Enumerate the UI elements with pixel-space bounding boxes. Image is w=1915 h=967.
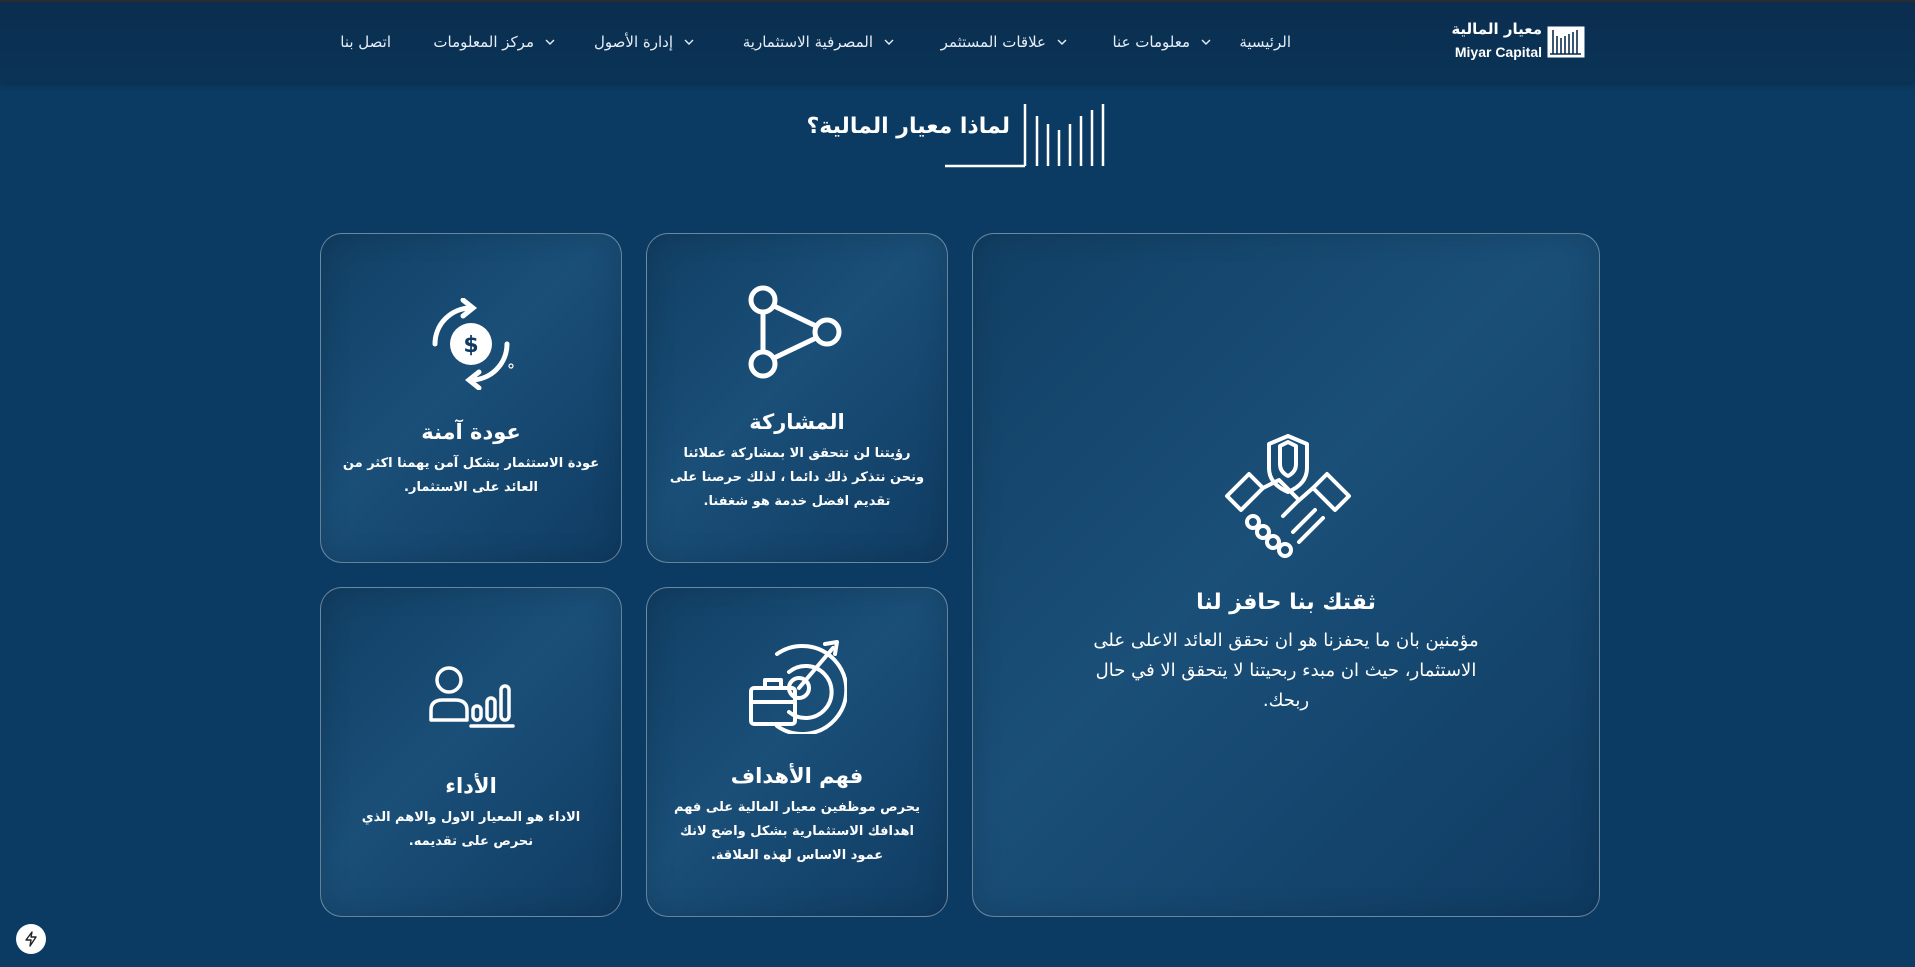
- card-performance-desc: الاداء هو المعيار الاول والاهم الذي نحرص…: [361, 810, 581, 849]
- person-chart-icon: [429, 666, 515, 728]
- card-safe-return-title: عودة آمنة: [421, 420, 521, 444]
- card-trust: ثقتك بنا حافز لنا مؤمنين بان ما يحفزنا ه…: [972, 233, 1600, 917]
- card-trust-desc: مؤمنين بان ما يحفزنا هو ان نحقق العائد ا…: [1093, 630, 1479, 711]
- nav-item-label: علاقات المستثمر: [940, 33, 1046, 51]
- card-participation-title: المشاركة: [749, 410, 845, 434]
- nav-item-home[interactable]: الرئيسية: [1239, 30, 1291, 54]
- chevron-down-icon: [1201, 39, 1211, 45]
- brand-name-en: Miyar Capital: [1454, 44, 1542, 60]
- card-participation: المشاركة رؤيتنا لن تتحقق الا بمشاركة عمل…: [646, 233, 948, 563]
- site-header: معيار المالية Miyar Capital الرئيسية معل…: [0, 2, 1915, 82]
- brand-name-ar: معيار المالية: [1451, 20, 1542, 38]
- card-safe-return: $ عودة آمنة عودة الاستثمار بشكل آمن يهمن…: [320, 233, 622, 563]
- card-performance: الأداء الاداء هو المعيار الاول والاهم ال…: [320, 587, 622, 917]
- nav-item-label: إدارة الأصول: [594, 33, 673, 51]
- nav-item-label: الرئيسية: [1239, 33, 1291, 51]
- card-safe-return-desc: عودة الاستثمار بشكل آمن يهمنا اكثر من ال…: [342, 456, 600, 495]
- card-trust-title: ثقتك بنا حافز لنا: [1196, 590, 1376, 615]
- nav-item-label: مركز المعلومات: [433, 33, 534, 51]
- nav-item-asset-management[interactable]: إدارة الأصول: [594, 30, 695, 54]
- nav-item-investor-relations[interactable]: علاقات المستثمر: [941, 30, 1068, 54]
- nav-item-label: المصرفية الاستثمارية: [742, 33, 873, 51]
- lightning-icon: [25, 931, 37, 947]
- chevron-down-icon: [884, 39, 894, 45]
- nav-item-investment-banking[interactable]: المصرفية الاستثمارية: [743, 30, 895, 54]
- section-heading: لماذا معيار المالية؟: [800, 100, 1120, 172]
- svg-text:$: $: [463, 333, 478, 358]
- nav-item-information-center[interactable]: مركز المعلومات: [433, 30, 556, 54]
- card-participation-desc: رؤيتنا لن تتحقق الا بمشاركة عملائنا ونحن…: [669, 446, 925, 509]
- nav-item-label: اتصل بنا: [340, 33, 391, 51]
- nav-item-contact[interactable]: اتصل بنا: [340, 30, 391, 54]
- card-performance-title: الأداء: [445, 774, 497, 798]
- share-nodes-icon: [748, 285, 842, 379]
- nav-item-label: معلومات عنا: [1112, 33, 1190, 51]
- chevron-down-icon: [545, 39, 555, 45]
- bolt-floating-button[interactable]: [16, 924, 46, 954]
- card-goals-title: فهم الأهداف: [730, 764, 864, 788]
- card-goals: فهم الأهداف يحرص موظفين معيار المالية عل…: [646, 587, 948, 917]
- dollar-cycle-icon: $: [432, 298, 514, 390]
- brand-mark-icon: [1547, 26, 1585, 58]
- chevron-down-icon: [684, 39, 694, 45]
- target-briefcase-icon: [749, 640, 847, 734]
- bars-logo-icon: [945, 104, 1105, 168]
- nav-item-about[interactable]: معلومات عنا: [1112, 30, 1212, 54]
- brand-logo[interactable]: معيار المالية Miyar Capital: [1443, 18, 1585, 66]
- chevron-down-icon: [1057, 39, 1067, 45]
- card-goals-desc: يحرص موظفين معيار المالية على فهم اهدافك…: [674, 800, 920, 863]
- handshake-shield-icon: [1225, 434, 1351, 558]
